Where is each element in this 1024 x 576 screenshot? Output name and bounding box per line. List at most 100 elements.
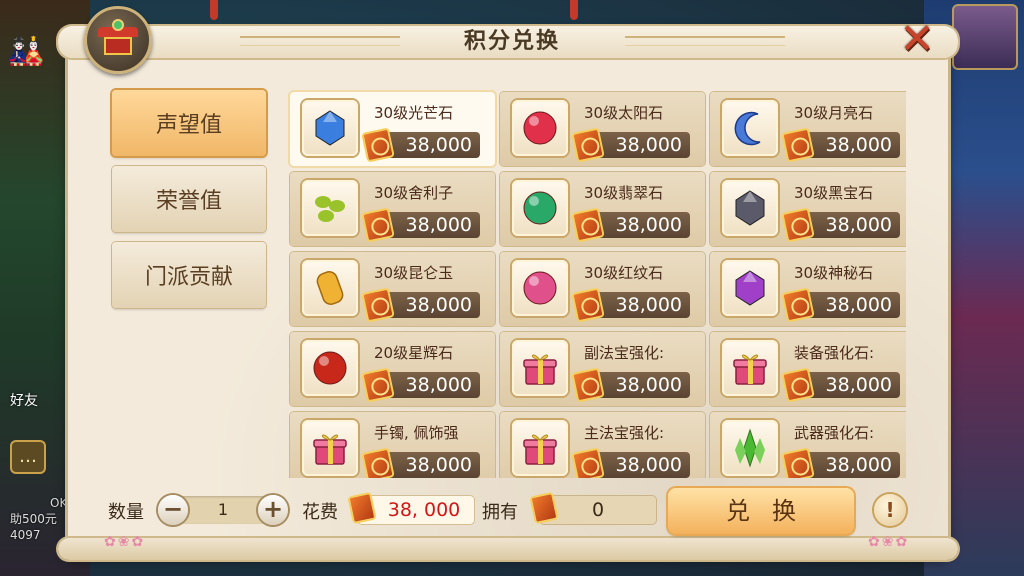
item-name: 30级昆仑玉 [374, 264, 454, 282]
item-card[interactable]: 30级翡翠石 38,000 [500, 172, 705, 246]
item-card[interactable]: 30级红纹石 38,000 [500, 252, 705, 326]
currency-coin-icon [361, 127, 395, 163]
red-star-orb-icon [313, 351, 347, 385]
increase-quantity-button[interactable]: + [258, 495, 288, 525]
item-icon-frame [302, 180, 358, 236]
mascot-icon[interactable]: 🎎 [6, 30, 46, 74]
scroll-bottom-rod [58, 538, 958, 560]
tab-honor[interactable]: 荣誉值 [112, 166, 266, 232]
item-price-bar: 38,000 [571, 447, 690, 478]
gift-box-icon [523, 434, 557, 465]
currency-coin-icon [781, 127, 815, 163]
green-crystal-cluster-icon [735, 428, 765, 468]
item-price: 38,000 [615, 374, 682, 396]
flower-decor: ✿❀✿ [104, 534, 146, 550]
item-price: 38,000 [615, 214, 682, 236]
item-icon-frame [302, 340, 358, 396]
item-icon-frame [302, 260, 358, 316]
item-price: 38,000 [825, 214, 892, 236]
item-card[interactable]: 副法宝强化: 38,000 [500, 332, 705, 406]
green-beads-icon [315, 196, 345, 222]
currency-coin-icon [781, 367, 815, 403]
item-name: 30级月亮石 [794, 104, 874, 122]
tab-reputation[interactable]: 声望值 [112, 90, 266, 156]
item-price: 38,000 [825, 134, 892, 156]
item-price-bar: 38,000 [781, 447, 900, 478]
item-name: 手镯, 佩饰强 [374, 424, 459, 442]
item-card[interactable]: 30级昆仑玉 38,000 [290, 252, 495, 326]
item-price-bar: 38,000 [361, 367, 480, 403]
hud-line: 助500元 [10, 512, 57, 526]
item-price-bar: 38,000 [571, 287, 690, 323]
quantity-label: 数量 [108, 502, 144, 523]
item-name: 30级光芒石 [374, 104, 454, 122]
item-grid: 30级光芒石 38,000 30级太阳石 38,000 30级月亮石 38,000 30级舍… [286, 88, 906, 478]
flower-decor: ✿❀✿ [868, 534, 910, 550]
chat-icon[interactable]: … [10, 440, 46, 474]
item-price-bar: 38,000 [571, 367, 690, 403]
item-icon-frame [512, 340, 568, 396]
item-card[interactable]: 30级太阳石 38,000 [500, 92, 705, 166]
item-card[interactable]: 20级星辉石 38,000 [290, 332, 495, 406]
exchange-button[interactable]: 兑换 [668, 488, 854, 534]
item-price-bar: 38,000 [781, 207, 900, 243]
gift-box-icon [313, 434, 347, 465]
blue-crescent-moon-icon [734, 111, 761, 146]
golden-jade-tablet-icon [316, 271, 344, 305]
item-icon-frame [302, 100, 358, 156]
quantity-value[interactable]: 1 [190, 497, 256, 523]
title-ornament-left [240, 36, 400, 46]
item-card[interactable]: 30级神秘石 38,000 [710, 252, 906, 326]
item-card[interactable]: 30级黑宝石 38,000 [710, 172, 906, 246]
item-price: 38,000 [405, 294, 472, 316]
item-card[interactable]: 30级舍利子 38,000 [290, 172, 495, 246]
tab-label: 声望值 [155, 113, 222, 138]
gift-box-icon [733, 354, 767, 385]
item-icon-frame [722, 260, 778, 316]
player-avatar[interactable] [952, 4, 1018, 70]
hud-info: OK 助500元 4097 [10, 495, 67, 543]
item-icon-frame [722, 180, 778, 236]
item-icon-frame [512, 260, 568, 316]
item-price-bar: 38,000 [361, 207, 480, 243]
item-card[interactable]: 主法宝强化: 38,000 [500, 412, 705, 478]
item-price: 38,000 [825, 374, 892, 396]
item-name: 武器强化石: [794, 424, 875, 442]
close-button[interactable]: ✕ [890, 13, 944, 63]
item-card[interactable]: 武器强化石: 38,000 [710, 412, 906, 478]
tab-sect-contribution[interactable]: 门派贡献 [112, 242, 266, 308]
currency-coin-icon [571, 287, 605, 323]
item-name: 装备强化石: [794, 344, 875, 362]
item-price-bar: 38,000 [571, 127, 690, 163]
currency-coin-icon [571, 367, 605, 403]
item-card[interactable]: 30级月亮石 38,000 [710, 92, 906, 166]
item-price-bar: 38,000 [781, 367, 900, 403]
decrease-quantity-button[interactable]: − [158, 495, 188, 525]
shop-emblem-icon [84, 6, 152, 74]
help-button[interactable]: ! [874, 494, 906, 526]
friend-label[interactable]: 好友 [10, 390, 38, 410]
item-price: 38,000 [405, 134, 472, 156]
hud-line: 4097 [10, 528, 41, 542]
panel-title: 积分兑换 [463, 29, 560, 54]
item-icon-frame [512, 180, 568, 236]
item-card[interactable]: 30级光芒石 38,000 [290, 92, 495, 166]
item-icon-frame [302, 420, 358, 476]
cost-label: 花费 [302, 502, 338, 523]
item-price: 38,000 [405, 374, 472, 396]
item-name: 副法宝强化: [584, 344, 665, 362]
item-price-bar: 38,000 [781, 287, 900, 323]
item-name: 30级红纹石 [584, 264, 664, 282]
close-icon: ✕ [899, 13, 935, 63]
item-price: 38,000 [405, 214, 472, 236]
hanging-rope-decor [210, 0, 218, 20]
hud-line: OK [50, 496, 68, 510]
item-name: 20级星辉石 [374, 344, 454, 362]
item-price-bar: 38,000 [361, 447, 480, 478]
currency-coin-icon [571, 127, 605, 163]
item-price-bar: 38,000 [361, 287, 480, 323]
currency-coin-icon [571, 447, 605, 478]
item-card[interactable]: 装备强化石: 38,000 [710, 332, 906, 406]
item-card[interactable]: 手镯, 佩饰强 38,000 [290, 412, 495, 478]
item-price-bar: 38,000 [571, 207, 690, 243]
